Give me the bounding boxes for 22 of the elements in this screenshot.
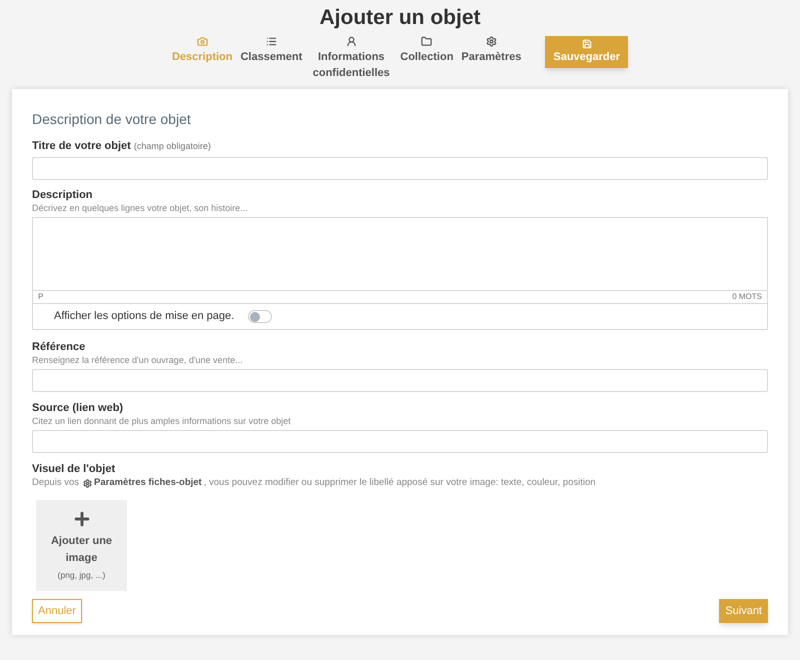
field-hint: Décrivez en quelques lignes votre objet, son histoire... xyxy=(32,202,248,214)
field-hint: Citez un lien donnant de plus amples informations sur votre objet xyxy=(32,415,291,427)
element-path: P xyxy=(38,291,44,303)
section-title: Description de votre objet xyxy=(32,110,191,129)
field-label: Source (lien web) xyxy=(32,401,124,415)
text-editor[interactable]: P 0 MOTS xyxy=(32,217,768,304)
field-label: Titre de votre objet xyxy=(32,138,131,154)
tab[interactable]: Collection xyxy=(400,36,454,64)
settings-link[interactable]: Paramètres fiches-objet xyxy=(94,476,202,490)
tab[interactable]: Informations confidentielles xyxy=(310,36,392,80)
word-count: 0 MOTS xyxy=(732,291,762,303)
field-note: (champ obligatoire) xyxy=(134,140,211,153)
toggle-label: Afficher les options de mise en page. xyxy=(54,309,234,324)
tab[interactable]: Paramètres xyxy=(461,36,522,64)
field-label: Visuel de l'objet xyxy=(32,462,116,476)
add-image-button[interactable]: Ajouter une image (png, jpg, ...) xyxy=(36,500,127,592)
tab[interactable]: Classement xyxy=(240,36,302,64)
page-title: Ajouter un objet xyxy=(320,5,480,31)
field-hint: Depuis vos Paramètres fiches-objet , vous pouvez modifier ou supprimer le libellé apposé sur votre image: texte, couleur, position xyxy=(32,476,596,490)
field-label: Référence xyxy=(32,340,86,354)
field-hint: Renseignez la référence d'un ouvrage, d'une vente... xyxy=(32,354,243,366)
field-label: Description xyxy=(32,188,93,202)
